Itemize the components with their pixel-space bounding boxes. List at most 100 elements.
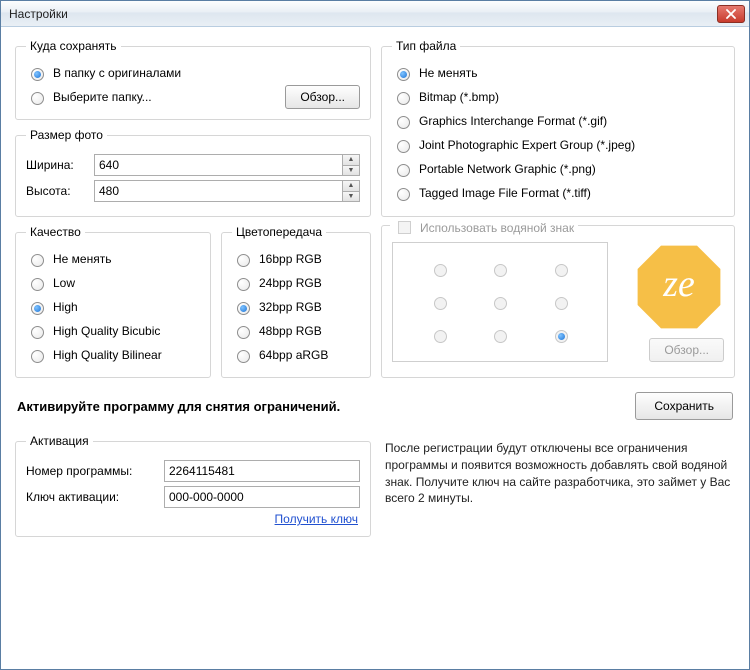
height-spin-down[interactable]: ▼ [342,192,360,203]
titlebar: Настройки [1,1,749,27]
height-spinner: ▲ ▼ [94,180,360,202]
save-choose-radio[interactable] [31,92,44,105]
get-key-row: Получить ключ [26,512,360,526]
color-label-1: 24bpp RGB [259,276,322,290]
save-choose-row: Выберите папку... Обзор... [26,85,360,109]
watermark-header: Использовать водяной знак [390,218,578,237]
color-option-4[interactable]: 64bpp aRGB [232,343,360,367]
save-original-row[interactable]: В папку с оригиналами [26,61,360,85]
filetype-label-1: Bitmap (*.bmp) [419,90,499,104]
save-destination-group: Куда сохранять В папку с оригиналами Выб… [15,39,371,120]
filetype-option-1[interactable]: Bitmap (*.bmp) [392,85,724,109]
filetype-option-4[interactable]: Portable Network Graphic (*.png) [392,157,724,181]
color-option-2[interactable]: 32bpp RGB [232,295,360,319]
color-label-3: 48bpp RGB [259,324,322,338]
filetype-label-3: Joint Photographic Expert Group (*.jpeg) [419,138,635,152]
filetype-option-3[interactable]: Joint Photographic Expert Group (*.jpeg) [392,133,724,157]
activation-banner: Активируйте программу для снятия огранич… [15,386,735,426]
photo-size-legend: Размер фото [26,128,107,142]
width-spinner-buttons: ▲ ▼ [342,154,360,176]
program-number-row: Номер программы: [26,460,360,482]
right-column: Тип файла Не менять Bitmap (*.bmp) Graph… [381,39,735,217]
watermark-pos-6 [434,330,447,343]
watermark-pos-8 [555,330,568,343]
save-choose-option[interactable]: Выберите папку... [26,89,152,105]
filetype-radio-0[interactable] [397,68,410,81]
quality-radio-1[interactable] [31,278,44,291]
browse-folder-button[interactable]: Обзор... [285,85,360,109]
quality-radio-0[interactable] [31,254,44,267]
program-number-input[interactable] [164,460,360,482]
activation-group: Активация Номер программы: Ключ активаци… [15,434,371,537]
quality-radio-3[interactable] [31,326,44,339]
filetype-option-5[interactable]: Tagged Image File Format (*.tiff) [392,181,724,205]
quality-group: Качество Не менять Low High High Quality… [15,225,211,378]
client-area: Куда сохранять В папку с оригиналами Выб… [1,27,749,669]
width-spin-down[interactable]: ▼ [342,166,360,177]
width-spinner: ▲ ▼ [94,154,360,176]
svg-text:ze: ze [662,263,695,305]
get-key-link[interactable]: Получить ключ [275,512,358,526]
height-input[interactable] [94,180,342,202]
watermark-pos-1 [494,264,507,277]
watermark-pos-4 [494,297,507,310]
filetype-option-0[interactable]: Не менять [392,61,724,85]
color-option-0[interactable]: 16bpp RGB [232,247,360,271]
quality-legend: Качество [26,225,85,239]
save-original-radio[interactable] [31,68,44,81]
color-group: Цветопередача 16bpp RGB 24bpp RGB 32bpp … [221,225,371,378]
middle-row: Качество Не менять Low High High Quality… [15,225,735,378]
filetype-radio-1[interactable] [397,92,410,105]
quality-label-0: Не менять [53,252,111,266]
width-spin-up[interactable]: ▲ [342,154,360,166]
filetype-radio-5[interactable] [397,188,410,201]
quality-radio-4[interactable] [31,350,44,363]
color-radio-4[interactable] [237,350,250,363]
quality-label-3: High Quality Bicubic [53,324,160,338]
filetype-radio-4[interactable] [397,164,410,177]
activation-key-input[interactable] [164,486,360,508]
quality-option-4[interactable]: High Quality Bilinear [26,343,200,367]
height-row: Высота: ▲ ▼ [26,180,360,202]
watermark-enable-label: Использовать водяной знак [420,221,574,235]
quality-option-1[interactable]: Low [26,271,200,295]
save-choose-label: Выберите папку... [53,90,152,104]
save-destination-legend: Куда сохранять [26,39,121,53]
watermark-area: ze Обзор... [392,242,724,362]
close-button[interactable] [717,5,745,23]
filetype-radio-3[interactable] [397,140,410,153]
save-button[interactable]: Сохранить [635,392,733,420]
height-spin-up[interactable]: ▲ [342,180,360,192]
color-radio-1[interactable] [237,278,250,291]
watermark-pos-3 [434,297,447,310]
filetype-label-2: Graphics Interchange Format (*.gif) [419,114,607,128]
quality-radio-2[interactable] [31,302,44,315]
quality-option-0[interactable]: Не менять [26,247,200,271]
watermark-position-grid [392,242,608,362]
top-row: Куда сохранять В папку с оригиналами Выб… [15,39,735,217]
activation-message: Активируйте программу для снятия огранич… [17,399,340,414]
color-radio-0[interactable] [237,254,250,267]
activation-key-row: Ключ активации: [26,486,360,508]
color-option-3[interactable]: 48bpp RGB [232,319,360,343]
color-radio-3[interactable] [237,326,250,339]
color-radio-2[interactable] [237,302,250,315]
window-title: Настройки [9,7,717,21]
color-option-1[interactable]: 24bpp RGB [232,271,360,295]
color-label-0: 16bpp RGB [259,252,322,266]
width-input[interactable] [94,154,342,176]
watermark-group: Использовать водяной знак [381,225,735,378]
registration-info-text: После регистрации будут отключены все ог… [385,434,735,537]
filetype-label-4: Portable Network Graphic (*.png) [419,162,596,176]
filetype-option-2[interactable]: Graphics Interchange Format (*.gif) [392,109,724,133]
activation-key-label: Ключ активации: [26,490,156,504]
quality-option-3[interactable]: High Quality Bicubic [26,319,200,343]
filetype-radio-2[interactable] [397,116,410,129]
quality-option-2[interactable]: High [26,295,200,319]
filetype-label-0: Не менять [419,66,477,80]
left-column: Куда сохранять В папку с оригиналами Выб… [15,39,371,217]
quality-label-1: Low [53,276,75,290]
watermark-pos-5 [555,297,568,310]
color-legend: Цветопередача [232,225,326,239]
height-spinner-buttons: ▲ ▼ [342,180,360,202]
